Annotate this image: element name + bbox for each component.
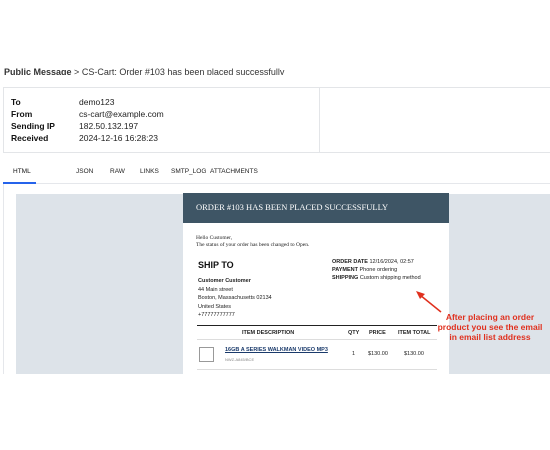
status-line: The status of your order has been change… <box>196 242 310 248</box>
info-row-from: From cs-cart@example.com <box>11 109 164 119</box>
tab-html[interactable]: HTML <box>13 168 31 175</box>
message-subject: CS-Cart: Order #103 has been placed succ… <box>81 67 285 75</box>
order-date-row: ORDER DATE 12/16/2024, 02:57 <box>332 259 414 265</box>
email-greeting: Hello Customer, The status of your order… <box>196 235 309 249</box>
email-preview: ORDER #103 HAS BEEN PLACED SUCCESSFULLY … <box>183 193 449 374</box>
tab-smtp-log[interactable]: SMTP_LOG <box>171 168 206 175</box>
product-code: NWZ-A845/BCE <box>225 357 255 362</box>
product-qty: 1 <box>352 351 356 357</box>
tab-json[interactable]: JSON <box>76 168 93 175</box>
page-blank-area <box>0 374 550 450</box>
message-info-panel: To demo123 From cs-cart@example.com Sendin… <box>3 87 319 153</box>
email-title: ORDER #103 HAS BEEN PLACED SUCCESSFULLY <box>196 202 389 212</box>
ship-to-heading: SHIP TO <box>198 260 234 270</box>
info-row-sending-ip: Sending IP 182.50.132.197 <box>11 121 139 131</box>
product-price: $130.00 <box>368 351 388 357</box>
product-name-link[interactable]: 16GB A SERIES WALKMAN VIDEO MP3 <box>225 347 328 353</box>
shipping-address: Customer Customer 44 Main street Boston,… <box>198 277 272 320</box>
product-thumbnail[interactable] <box>199 347 214 362</box>
email-header-banner: ORDER #103 HAS BEEN PLACED SUCCESSFULLY <box>183 193 449 223</box>
address-street: 44 Main street <box>198 286 233 293</box>
table-divider <box>197 325 437 326</box>
table-divider <box>197 369 437 370</box>
order-info: ORDER DATE 12/16/2024, 02:57 PAYMENT Pho… <box>332 258 421 282</box>
public-message-label: Public Message <box>4 67 72 75</box>
tab-attachments[interactable]: ATTACHMENTS <box>210 168 258 175</box>
table-divider <box>197 339 437 340</box>
header-price: PRICE <box>369 330 386 336</box>
shipping-row: SHIPPING Custom shipping method <box>332 275 421 281</box>
header-qty: QTY <box>348 330 360 336</box>
greeting-line: Hello Customer, <box>196 235 233 241</box>
address-country: United States <box>198 303 232 310</box>
payment-row: PAYMENT Phone ordering <box>332 267 398 273</box>
tab-links[interactable]: LINKS <box>140 168 159 175</box>
message-subject-line: Public Message > CS-Cart: Order #103 has… <box>4 67 284 75</box>
annotation-note: After placing an order product you see t… <box>437 312 543 342</box>
header-item-total: ITEM TOTAL <box>398 330 431 336</box>
tab-raw[interactable]: RAW <box>110 168 125 175</box>
address-name: Customer Customer <box>198 278 251 284</box>
view-tabs: HTML JSON RAW LINKS SMTP_LOG ATTACHMENTS <box>3 162 550 184</box>
address-phone: +77777777777 <box>198 312 235 318</box>
product-total: $130.00 <box>404 351 424 357</box>
info-row-received: Received 2024-12-16 16:28:23 <box>11 133 158 143</box>
breadcrumb-separator: > <box>74 67 80 75</box>
header-item-description: ITEM DESCRIPTION <box>242 330 295 336</box>
message-header: Public Message > CS-Cart: Order #103 has… <box>0 0 550 75</box>
address-city: Boston, Massachusetts 02134 <box>198 295 272 301</box>
info-row-to: To demo123 <box>11 97 115 107</box>
message-info-side-panel <box>319 87 550 153</box>
